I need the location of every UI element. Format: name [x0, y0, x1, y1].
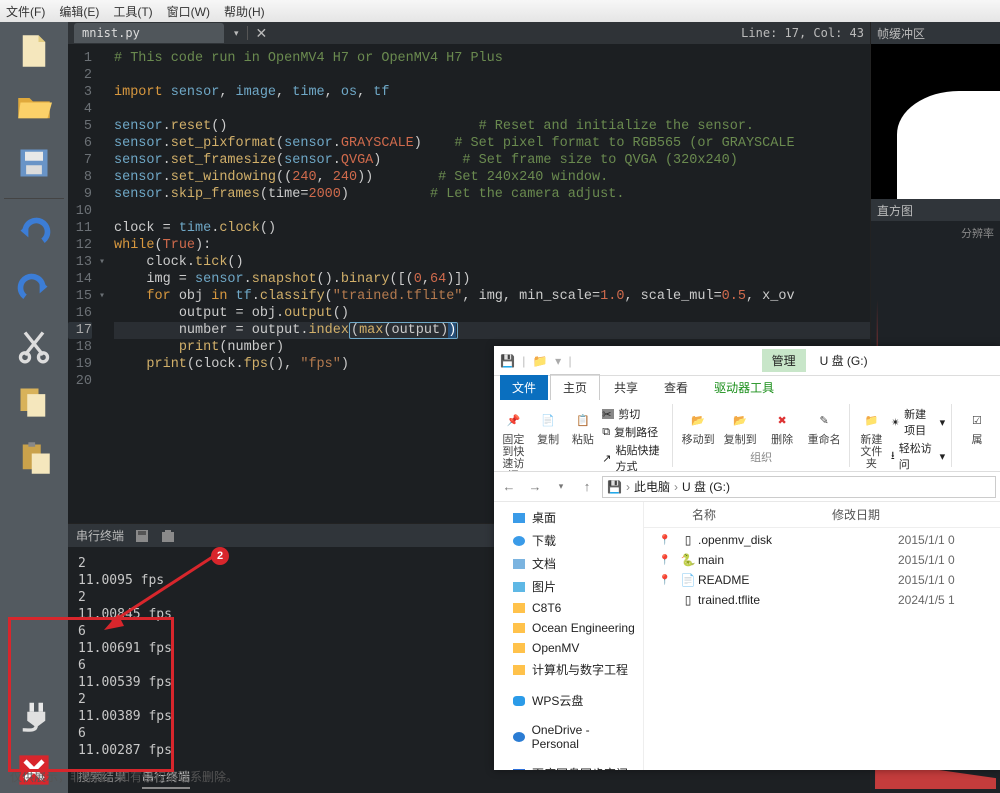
addr-drive[interactable]: U 盘 (G:): [682, 478, 730, 495]
histogram-sublabel: 分辨率: [961, 225, 994, 241]
ribbon-new-folder[interactable]: 📁新建文件夹: [856, 406, 887, 470]
undo-icon[interactable]: [10, 211, 58, 257]
terminal-title: 串行终端: [76, 527, 124, 544]
explorer-tree[interactable]: 桌面下载文档图片C8T6Ocean EngineeringOpenMV计算机与数…: [494, 502, 644, 770]
explorer-window[interactable]: 💾 | 📁 ▾ | 管理 U 盘 (G:) 文件 主页 共享 查看 驱动器工具 …: [494, 346, 1000, 770]
ribbon-paste[interactable]: 📋粘贴: [568, 406, 599, 446]
ribbon-rename[interactable]: ✎重命名: [805, 406, 843, 446]
tree-item[interactable]: 下载: [494, 529, 643, 552]
scissors-icon: ✂: [602, 409, 614, 419]
open-folder-icon[interactable]: [10, 84, 58, 130]
file-tab[interactable]: mnist.py: [74, 23, 224, 43]
file-row[interactable]: ▯trained.tflite2024/1/5 1: [644, 590, 1000, 610]
ribbon-cut[interactable]: ✂剪切: [602, 406, 666, 422]
ribbon-tab-drive-tools[interactable]: 驱动器工具: [702, 375, 786, 400]
addr-sep2: ›: [674, 480, 678, 494]
framebuffer-image: [871, 44, 1000, 199]
new-file-icon[interactable]: [10, 28, 58, 74]
folder-icon: 📁: [533, 354, 548, 368]
editor-tab-row: mnist.py ▾ ✕ Line: 17, Col: 43: [68, 22, 870, 44]
connect-plug-icon[interactable]: [10, 691, 58, 737]
easy-access-icon: ⭳: [891, 447, 895, 466]
ribbon-properties[interactable]: ☑属: [958, 406, 996, 446]
explorer-address-bar[interactable]: ← → ▾ ↑ 💾 › 此电脑 › U 盘 (G:): [494, 472, 1000, 502]
menu-window[interactable]: 窗口(W): [167, 3, 210, 20]
ribbon-paste-shortcut[interactable]: ↗粘贴快捷方式: [602, 442, 666, 472]
save-icon[interactable]: [10, 140, 58, 186]
ribbon-easy-access[interactable]: ⭳轻松访问▾: [891, 440, 945, 472]
tree-item[interactable]: 图片: [494, 575, 643, 598]
tab-dropdown-icon[interactable]: ▾: [234, 28, 239, 39]
ribbon-tab-home[interactable]: 主页: [550, 374, 600, 400]
paste-icon[interactable]: [10, 435, 58, 481]
explorer-titlebar[interactable]: 💾 | 📁 ▾ | 管理 U 盘 (G:): [494, 346, 1000, 376]
ribbon-new-item[interactable]: ✴新建项目▾: [891, 406, 945, 438]
watermark-text: 仅供展示，非存储，如有侵权请联系删除。: [10, 768, 238, 785]
framebuffer-title: 帧缓冲区: [871, 22, 1000, 44]
tree-item[interactable]: WPS云盘: [494, 689, 643, 712]
ribbon-copy[interactable]: 📄复制: [533, 406, 564, 446]
file-row[interactable]: 📍🐍main2015/1/1 0: [644, 550, 1000, 570]
tree-item[interactable]: 桌面: [494, 506, 643, 529]
cursor-position: Line: 17, Col: 43: [741, 26, 864, 40]
nav-up-icon[interactable]: ↑: [576, 476, 598, 498]
menu-file[interactable]: 文件(F): [6, 3, 45, 20]
menu-tools[interactable]: 工具(T): [113, 3, 152, 20]
redo-icon[interactable]: [10, 267, 58, 313]
new-item-icon: ✴: [891, 416, 900, 429]
explorer-quick-icons: 💾 | 📁 ▾ |: [500, 354, 576, 368]
explorer-window-title: U 盘 (G:): [820, 352, 868, 369]
copy-icon[interactable]: [10, 379, 58, 425]
explorer-file-list[interactable]: 名称 修改日期 📍▯.openmv_disk2015/1/1 0📍🐍main20…: [644, 502, 1000, 770]
nav-forward-icon[interactable]: →: [524, 476, 546, 498]
left-toolbar: [0, 22, 68, 793]
tree-item[interactable]: 文档: [494, 552, 643, 575]
histogram-title: 直方图: [871, 199, 1000, 221]
explorer-manage-tab[interactable]: 管理: [762, 349, 806, 372]
menu-help[interactable]: 帮助(H): [224, 3, 265, 20]
explorer-ribbon-tabs: 文件 主页 共享 查看 驱动器工具: [494, 376, 1000, 400]
tree-item[interactable]: OpenMV: [494, 638, 643, 658]
cut-icon[interactable]: [10, 323, 58, 369]
addr-sep1: ›: [626, 480, 630, 494]
tree-item[interactable]: Ocean Engineering: [494, 618, 643, 638]
menu-bar: 文件(F) 编辑(E) 工具(T) 窗口(W) 帮助(H): [0, 0, 1000, 22]
ribbon-tab-share[interactable]: 共享: [602, 375, 650, 400]
ribbon-move-to[interactable]: 📂移动到: [679, 406, 717, 446]
ribbon-pin[interactable]: 📌固定到快速访问: [498, 406, 529, 472]
tab-close-icon[interactable]: ✕: [256, 25, 268, 42]
nav-recent-icon[interactable]: ▾: [550, 476, 572, 498]
ribbon-copy-to[interactable]: 📂复制到: [721, 406, 759, 446]
ribbon-tab-view[interactable]: 查看: [652, 375, 700, 400]
list-header-date[interactable]: 修改日期: [832, 506, 992, 523]
clear-terminal-icon[interactable]: [160, 528, 176, 544]
save-terminal-icon[interactable]: [134, 528, 150, 544]
tree-item[interactable]: C8T6: [494, 598, 643, 618]
file-row[interactable]: 📍📄README2015/1/1 0: [644, 570, 1000, 590]
ribbon-tab-file[interactable]: 文件: [500, 375, 548, 400]
list-header-name[interactable]: 名称: [652, 506, 832, 523]
explorer-ribbon: 📌固定到快速访问 📄复制 📋粘贴 ✂剪切 ⧉复制路径 ↗粘贴快捷方式 剪贴板 📂…: [494, 400, 1000, 472]
addr-pc[interactable]: 此电脑: [634, 478, 670, 495]
drive-icon: 💾: [500, 354, 515, 368]
ribbon-delete[interactable]: ✖删除: [763, 406, 801, 446]
nav-back-icon[interactable]: ←: [498, 476, 520, 498]
ribbon-copy-path[interactable]: ⧉复制路径: [602, 424, 666, 440]
menu-edit[interactable]: 编辑(E): [59, 3, 99, 20]
tree-item[interactable]: OneDrive - Personal: [494, 720, 643, 754]
shortcut-icon: ↗: [602, 452, 611, 465]
tree-item[interactable]: 计算机与数字工程: [494, 658, 643, 681]
addr-drive-icon: 💾: [607, 480, 622, 494]
path-icon: ⧉: [602, 426, 610, 439]
tree-item[interactable]: 百度网盘同步空间: [494, 762, 643, 770]
divider-icon: |: [522, 354, 525, 368]
file-row[interactable]: 📍▯.openmv_disk2015/1/1 0: [644, 530, 1000, 550]
file-tab-name: mnist.py: [82, 26, 140, 40]
